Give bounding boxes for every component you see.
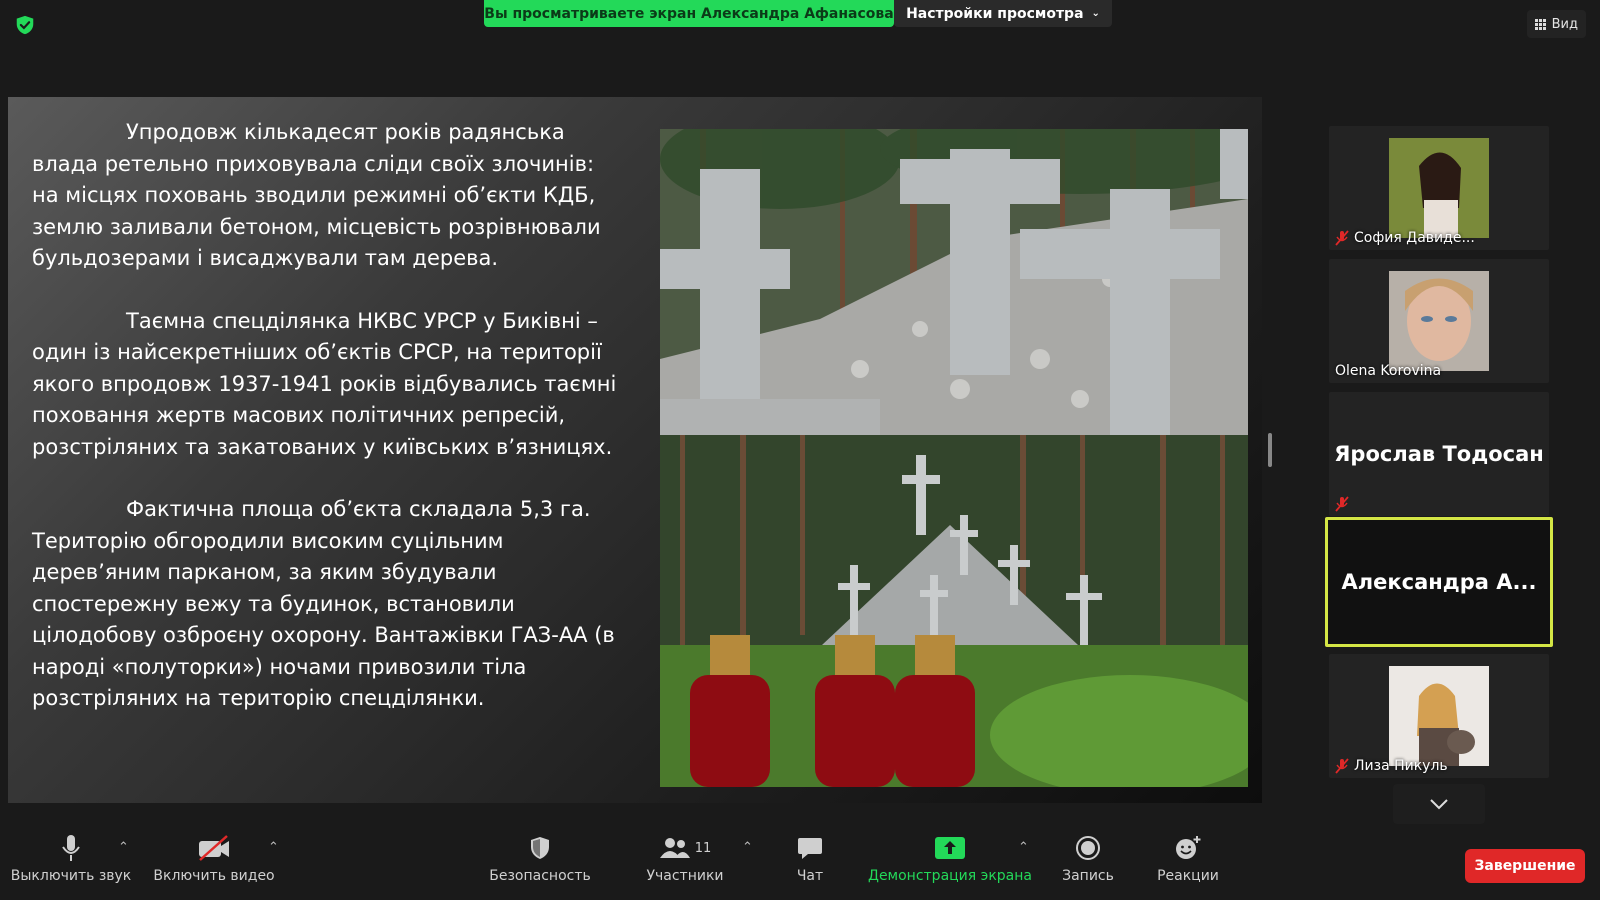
participant-tile-5[interactable]: Лиза Пикуль [1329, 654, 1549, 778]
chat-label: Чат [796, 868, 824, 884]
participant-label-5: Лиза Пикуль [1335, 758, 1448, 774]
reaction-smiley-icon [1176, 836, 1201, 859]
mute-label: Выключить звук [10, 868, 132, 884]
share-screen-button[interactable]: Демонстрация экрана [868, 828, 1032, 900]
record-label: Запись [1062, 868, 1114, 884]
participants-label: Участники [646, 868, 724, 884]
shield-icon [531, 837, 549, 859]
grid-icon [1534, 18, 1546, 30]
chat-bubble-icon [798, 838, 822, 859]
view-button[interactable]: Вид [1526, 10, 1586, 38]
participants-button[interactable]: 11 Участники [640, 828, 730, 900]
meeting-toolbar: Выключить звук ⌃ Включить видео ⌃ Безопа… [0, 828, 1600, 900]
people-icon [659, 838, 690, 858]
slide-paragraph-2: Таємна спецділянка НКВС УРСР у Биківні –… [32, 308, 617, 459]
mute-button[interactable]: Выключить звук [10, 828, 132, 900]
slide-paragraph-3: Фактична площа об’єкта складала 5,3 га. … [32, 497, 615, 710]
participant-name-5: Лиза Пикуль [1354, 758, 1448, 774]
audio-options-caret[interactable]: ⌃ [118, 840, 129, 855]
participants-count: 11 [694, 840, 712, 856]
video-options-caret[interactable]: ⌃ [268, 840, 279, 855]
view-settings-label: Настройки просмотра [906, 5, 1084, 22]
participant-photo-1 [1389, 138, 1489, 238]
participant-tile-4-active[interactable]: Александра А... [1325, 517, 1553, 647]
view-button-label: Вид [1551, 16, 1578, 32]
chat-button[interactable]: Чат [790, 828, 830, 900]
panel-resize-handle[interactable] [1268, 433, 1272, 467]
participant-label-1: София Давиде... [1335, 230, 1475, 246]
shared-screen[interactable]: Упродовж кількадесят років радянська вла… [8, 97, 1262, 803]
start-video-label: Включить видео [153, 868, 275, 884]
slide-paragraph-1: Упродовж кількадесят років радянська вла… [32, 120, 601, 270]
participant-tile-3[interactable]: Ярослав Тодосан [1329, 392, 1549, 516]
reactions-button[interactable]: Реакции [1155, 828, 1221, 900]
reactions-label: Реакции [1157, 868, 1219, 884]
participants-options-caret[interactable]: ⌃ [742, 840, 753, 855]
start-video-button[interactable]: Включить видео [153, 828, 275, 900]
chevron-down-icon [1430, 799, 1448, 810]
security-button[interactable]: Безопасность [489, 828, 591, 900]
security-label: Безопасность [489, 868, 591, 884]
participant-label-3 [1335, 496, 1349, 512]
participant-name-2: Olena Korovina [1335, 363, 1442, 379]
screen-share-banner: Вы просматриваете экран Александра Афана… [484, 0, 894, 27]
memorial-crosses-photo [660, 129, 1248, 435]
view-settings-button[interactable]: Настройки просмотра ⌄ [894, 0, 1112, 27]
slide-text: Упродовж кількадесят років радянська вла… [32, 117, 622, 746]
record-button[interactable]: Запись [1058, 828, 1118, 900]
video-off-icon [199, 835, 229, 861]
end-meeting-button[interactable]: Завершение [1465, 849, 1585, 883]
participant-photo-2 [1389, 271, 1489, 371]
share-screen-icon [935, 837, 965, 859]
memorial-mound-photo [660, 435, 1248, 787]
shield-check-icon[interactable] [14, 14, 36, 36]
participant-name-1: София Давиде... [1354, 230, 1475, 246]
share-options-caret[interactable]: ⌃ [1018, 840, 1029, 855]
participant-tile-1[interactable]: София Давиде... [1329, 126, 1549, 250]
record-icon [1076, 836, 1100, 860]
participant-label-2: Olena Korovina [1335, 363, 1441, 379]
chevron-down-icon: ⌄ [1091, 8, 1100, 19]
mic-muted-icon [1335, 758, 1349, 774]
mic-muted-icon [1335, 230, 1349, 246]
share-screen-label: Демонстрация экрана [868, 868, 1032, 884]
participant-photo-5 [1389, 666, 1489, 766]
participant-name-3: Ярослав Тодосан [1334, 442, 1544, 466]
participant-name-4: Александра А... [1341, 570, 1537, 594]
share-banner-text: Вы просматриваете экран Александра Афана… [484, 5, 894, 22]
microphone-icon [62, 835, 80, 861]
participant-tile-2[interactable]: Olena Korovina [1329, 259, 1549, 383]
mic-muted-icon [1335, 496, 1349, 512]
scroll-participants-down-button[interactable] [1393, 784, 1485, 824]
